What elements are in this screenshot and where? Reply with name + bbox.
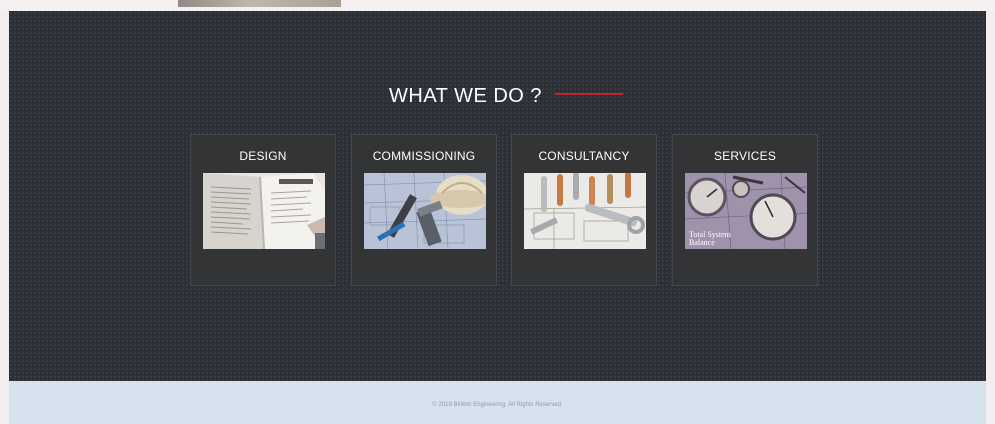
service-card-commissioning[interactable]: COMMISSIONING [351, 134, 497, 286]
pipes-wrench-blueprint-image[interactable] [524, 173, 646, 249]
card-title: DESIGN [239, 149, 287, 163]
copyright-text: © 2019 Birikim Engineering. All Rights R… [432, 402, 563, 408]
footer: © 2019 Birikim Engineering. All Rights R… [9, 381, 986, 424]
card-title: SERVICES [713, 149, 777, 163]
card-title: COMMISSIONING [372, 149, 476, 163]
section-title: WHAT WE DO ? [389, 85, 543, 107]
service-card-services[interactable]: SERVICES Total System Balance [672, 134, 818, 286]
section-heading: WHAT WE DO ? [9, 85, 986, 115]
image-caption: Total System Balance [689, 230, 731, 247]
card-title: CONSULTANCY [538, 149, 630, 163]
service-card-consultancy[interactable]: CONSULTANCY [511, 134, 657, 286]
top-strip [0, 0, 995, 11]
what-we-do-section: WHAT WE DO ? DESIGN COMMISSIONING CONSUL… [9, 11, 986, 381]
design-document-image[interactable] [203, 173, 325, 249]
title-accent-line [555, 93, 623, 95]
gauges-blueprint-image[interactable]: Total System Balance [685, 173, 807, 249]
blueprint-hardhat-tools-image[interactable] [364, 173, 486, 249]
previous-section-image [178, 0, 341, 7]
service-card-design[interactable]: DESIGN [190, 134, 336, 286]
